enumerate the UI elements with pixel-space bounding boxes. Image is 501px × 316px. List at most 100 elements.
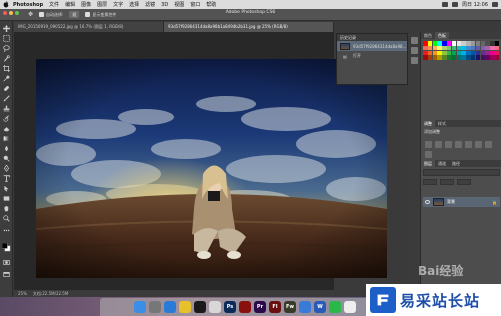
menu-select[interactable]: 选择 [129,1,139,8]
dock-app-chrome-icon[interactable] [179,301,191,313]
tab-channels[interactable]: 通道 [435,160,449,167]
layer-filter-field[interactable] [423,169,500,176]
quick-mask-icon[interactable] [3,259,10,266]
history-panel-icon[interactable] [411,37,418,44]
minimize-window-button[interactable] [9,11,13,15]
info-panel-icon[interactable] [411,57,418,64]
auto-select-checkbox[interactable]: 自动选择: [39,12,63,18]
search-icon[interactable] [492,2,498,7]
move-tool-icon[interactable]: ✥ [28,11,33,18]
hand-tool-icon[interactable] [3,205,10,212]
close-window-button[interactable] [3,11,7,15]
vibrance-icon[interactable] [465,141,472,148]
history-row[interactable]: 93d57f92864314da8a98... [337,41,407,51]
properties-panel-icon[interactable] [411,47,418,54]
zoom-tool-icon[interactable] [3,215,10,222]
hue-saturation-icon[interactable] [475,141,482,148]
dock-app-safari-icon[interactable] [164,301,176,313]
eraser-tool-icon[interactable] [3,125,10,132]
swatch[interactable] [494,55,500,60]
tab-document-1[interactable]: IMG_20150919_090522.jpg @ 16.7% (图层 1, R… [14,22,164,32]
gradient-tool-icon[interactable] [3,135,10,142]
brush-tool-icon[interactable] [3,95,10,102]
type-tool-icon[interactable] [3,175,10,182]
dock-app-acrobat-icon[interactable] [239,301,251,313]
menu-view[interactable]: 视图 [174,1,184,8]
screen-mode-icon[interactable] [3,271,10,278]
more-tools-icon[interactable] [3,227,10,234]
dock-app-qq-icon[interactable] [194,301,206,313]
doc-info[interactable]: 文档:22.5M/22.5M [33,290,68,297]
history-row[interactable]: ▤ 打开 [337,51,407,61]
menu-clock[interactable]: 周日 12:06 [462,1,488,8]
menu-edit[interactable]: 编辑 [65,1,75,8]
wifi-icon[interactable] [442,2,448,7]
black-white-icon[interactable] [425,151,432,158]
clone-stamp-tool-icon[interactable] [3,105,10,112]
apple-icon[interactable] [3,1,9,8]
menu-file[interactable]: 文件 [49,1,59,8]
options-bar: ✥ 自动选择: 组 显示变换控件 [0,9,501,21]
tab-layers[interactable]: 图层 [421,160,435,167]
dock-app-photoshop-icon[interactable]: Ps [224,301,236,313]
opacity-field[interactable] [440,179,454,185]
brightness-icon[interactable] [425,141,432,148]
history-panel-title[interactable]: 历史记录 [337,34,407,41]
marquee-tool-icon[interactable] [3,35,10,42]
dock-app-flash-icon[interactable]: Fl [269,301,281,313]
dock-app-word-icon[interactable]: W [314,301,326,313]
menu-image[interactable]: 图像 [81,1,91,8]
dock-app-fireworks-icon[interactable]: Fw [284,301,296,313]
levels-icon[interactable] [435,141,442,148]
layer-options [423,179,500,186]
crop-tool-icon[interactable] [3,65,10,72]
menu-help[interactable]: 帮助 [206,1,216,8]
menu-type[interactable]: 文字 [113,1,123,8]
curves-icon[interactable] [445,141,452,148]
show-transform-checkbox[interactable]: 显示变换控件 [85,12,116,18]
layer-select-dropdown[interactable]: 组 [69,11,80,18]
menu-layer[interactable]: 图层 [97,1,107,8]
lasso-tool-icon[interactable] [3,45,10,52]
layer-row[interactable]: 背景 🔒 [423,197,500,207]
shape-tool-icon[interactable] [3,195,10,202]
mac-menu-bar: Photoshop 文件 编辑 图像 图层 文字 选择 滤镜 3D 视图 窗口 … [0,0,501,9]
exposure-icon[interactable] [455,141,462,148]
healing-brush-tool-icon[interactable] [3,85,10,92]
dock-app-premiere-icon[interactable]: Pr [254,301,266,313]
tab-document-2[interactable]: 93d57f92864314da8a98b1a8494b2b31.jpg @ 2… [164,22,334,32]
dock-app-launchpad-icon[interactable] [149,301,161,313]
blend-mode-dropdown[interactable] [423,179,437,185]
dodge-tool-icon[interactable] [3,155,10,162]
move-tool-icon[interactable] [3,25,10,32]
document-image[interactable] [36,59,387,278]
dock-app-calendar-icon[interactable] [344,301,356,313]
zoom-window-button[interactable] [15,11,19,15]
tab-paths[interactable]: 路径 [449,160,463,167]
quick-select-tool-icon[interactable] [3,55,10,62]
color-swatch-icon[interactable] [2,243,11,252]
eye-icon[interactable] [425,200,430,204]
menu-filter[interactable]: 滤镜 [145,1,155,8]
eyedropper-tool-icon[interactable] [3,75,10,82]
zoom-level[interactable]: 25% [18,290,27,297]
tab-styles[interactable]: 样式 [435,120,449,127]
tab-adjustments[interactable]: 调整 [421,120,435,127]
menu-3d[interactable]: 3D [161,2,168,8]
history-brush-tool-icon[interactable] [3,115,10,122]
blur-tool-icon[interactable] [3,145,10,152]
color-balance-icon[interactable] [485,141,492,148]
fill-field[interactable] [457,179,471,185]
history-thumbnail [340,42,350,50]
menu-window[interactable]: 窗口 [190,1,200,8]
tab-swatches[interactable]: 色板 [435,32,449,39]
battery-icon[interactable] [452,2,458,7]
dock-app-photos-icon[interactable] [209,301,221,313]
dock-app-finder-icon[interactable] [134,301,146,313]
dock-app-wechat-icon[interactable] [329,301,341,313]
tab-color[interactable]: 颜色 [421,32,435,39]
app-menu[interactable]: Photoshop [13,2,43,8]
path-select-tool-icon[interactable] [3,185,10,192]
dock-app-app-store-icon[interactable] [299,301,311,313]
pen-tool-icon[interactable] [3,165,10,172]
